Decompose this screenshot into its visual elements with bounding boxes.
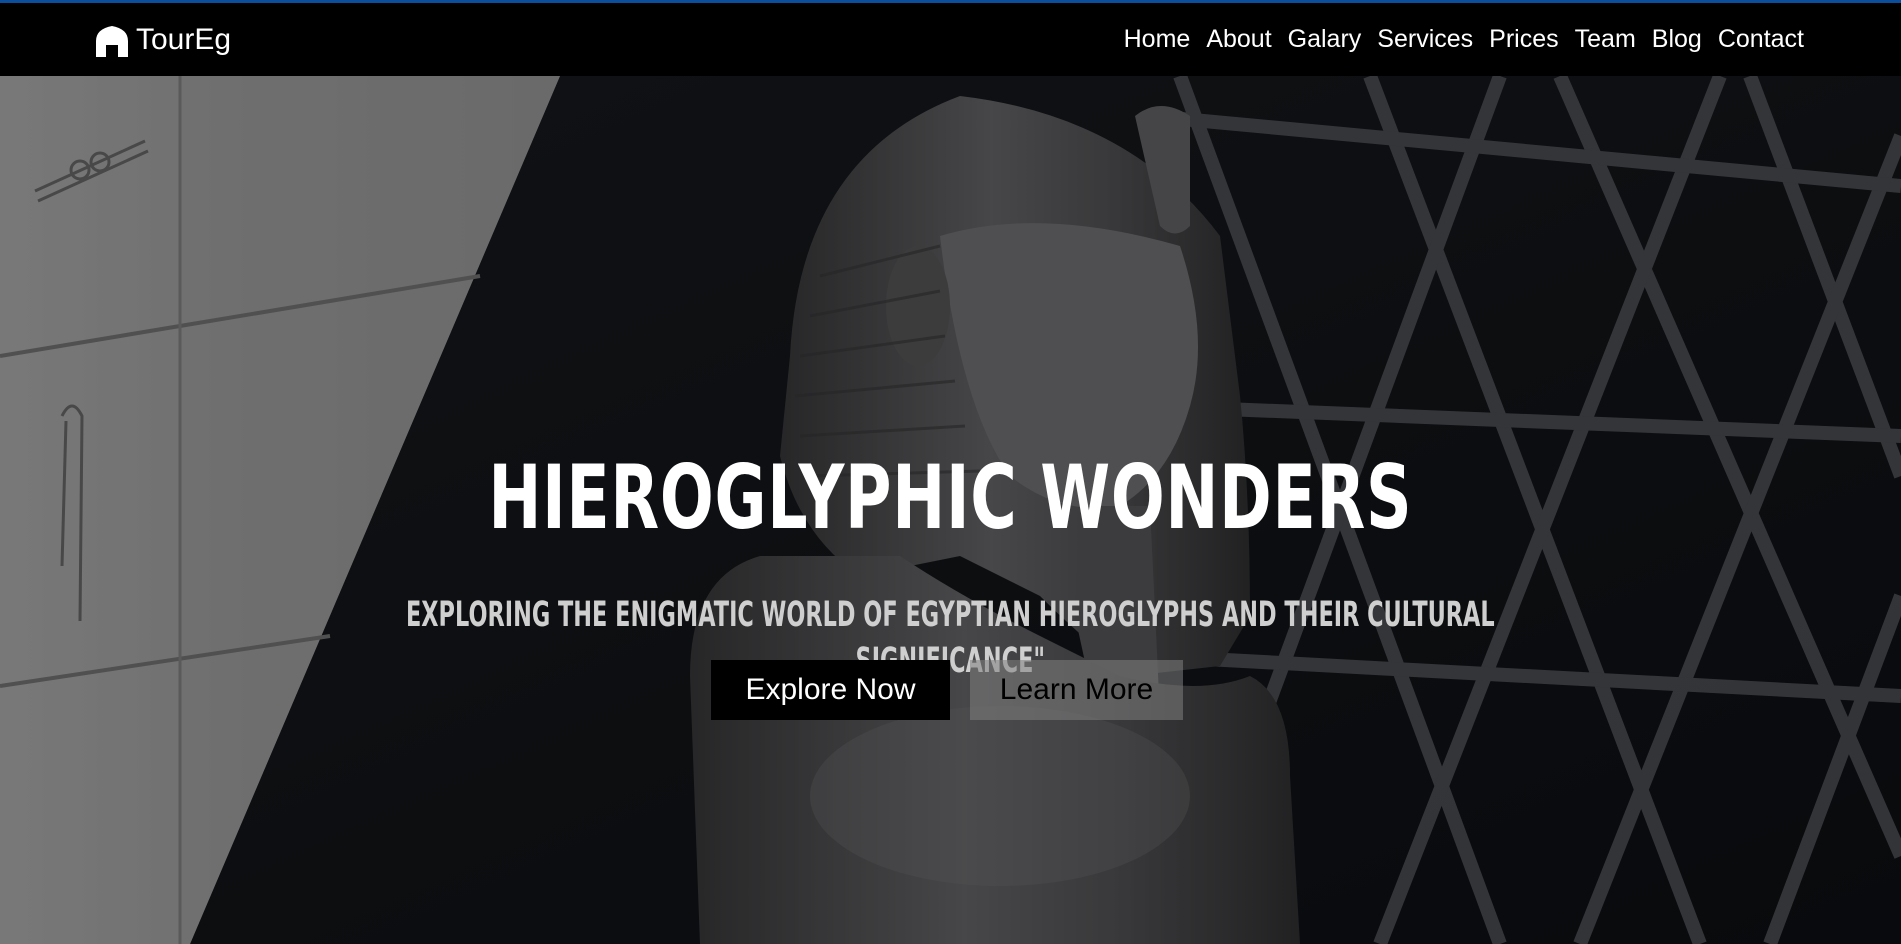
- hero-buttons: Explore Now Learn More: [0, 660, 1901, 720]
- learn-more-button[interactable]: Learn More: [970, 660, 1183, 720]
- nav-home[interactable]: Home: [1124, 23, 1191, 55]
- explore-now-button[interactable]: Explore Now: [711, 660, 950, 720]
- nav-blog[interactable]: Blog: [1652, 23, 1702, 55]
- nav-about[interactable]: About: [1206, 23, 1271, 55]
- nav-gallery[interactable]: Galary: [1288, 23, 1362, 55]
- navbar: TourEg Home About Galary Services Prices…: [0, 3, 1901, 76]
- brand-logo[interactable]: TourEg: [94, 22, 231, 58]
- nav-contact[interactable]: Contact: [1718, 23, 1804, 55]
- brand-name: TourEg: [136, 23, 232, 56]
- nav-team[interactable]: Team: [1575, 23, 1636, 55]
- home-icon: [94, 24, 130, 57]
- hero-title: HIEROGLYPHIC WONDERS: [488, 446, 1413, 549]
- nav-services[interactable]: Services: [1377, 23, 1473, 55]
- nav-prices[interactable]: Prices: [1489, 23, 1558, 55]
- main-nav: Home About Galary Services Prices Team B…: [1124, 23, 1804, 55]
- hero-section: HIEROGLYPHIC WONDERS EXPLORING THE ENIGM…: [0, 76, 1901, 944]
